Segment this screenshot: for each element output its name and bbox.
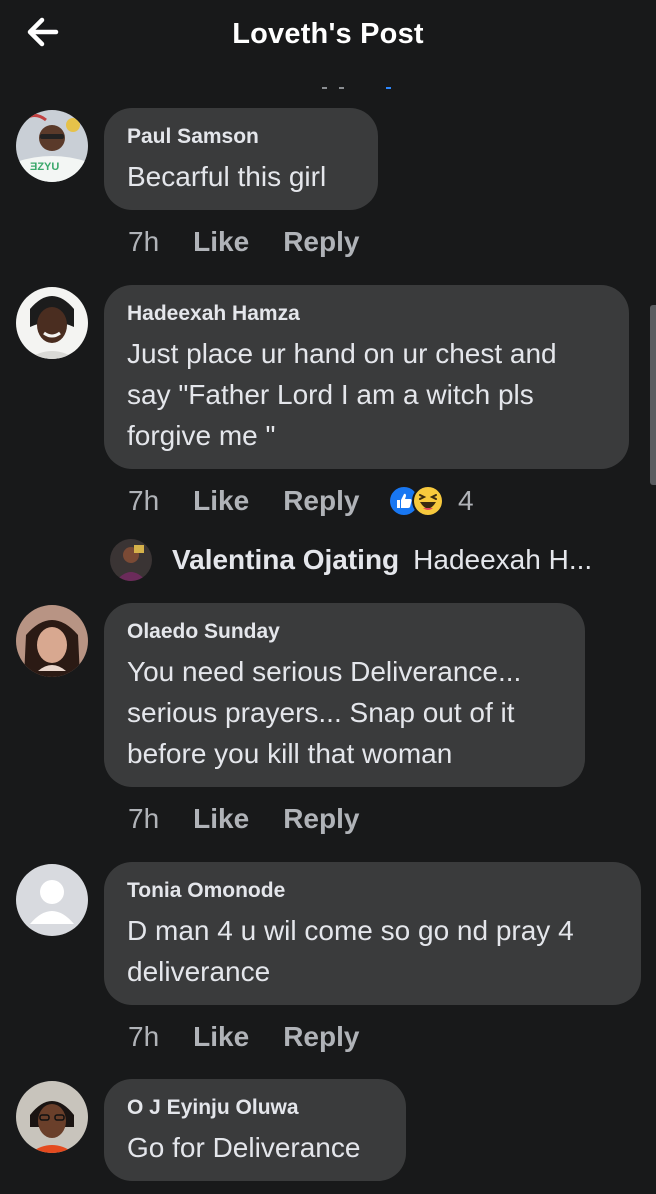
haha-reaction-icon (412, 485, 444, 517)
comment-time: 7h (128, 485, 160, 516)
comment-time: 7h (128, 803, 160, 834)
comment-text: D man 4 u wil come so go nd pray 4 deliv… (127, 915, 574, 987)
default-avatar-icon (16, 864, 88, 936)
comment-actions: 7h Like Reply (128, 801, 359, 837)
avatar[interactable]: ƎZYU (16, 110, 88, 182)
like-button[interactable]: Like (193, 1021, 249, 1052)
reaction-count: 4 (458, 485, 474, 516)
avatar[interactable] (16, 605, 88, 677)
comment-bubble[interactable]: Paul Samson Becarful this girl (104, 108, 378, 210)
comment-text: Just place ur hand on ur chest and say "… (127, 338, 557, 451)
comment-author[interactable]: Paul Samson (127, 124, 354, 150)
loading-indicator (322, 76, 403, 94)
reply-author[interactable]: Valentina Ojating (172, 544, 399, 576)
avatar[interactable] (16, 864, 88, 936)
comment-text: Becarful this girl (127, 161, 327, 192)
reply-button[interactable]: Reply (283, 485, 359, 516)
like-button[interactable]: Like (193, 226, 249, 257)
reaction-summary[interactable]: 4 (388, 483, 474, 519)
comment-actions: 7h Like Reply (128, 483, 359, 519)
top-bar: Loveth's Post (0, 0, 656, 72)
reply-button[interactable]: Reply (283, 1021, 359, 1052)
comment-actions: 7h Like Reply (128, 224, 359, 260)
comment-author[interactable]: O J Eyinju Oluwa (127, 1095, 382, 1121)
comment-author[interactable]: Hadeexah Hamza (127, 301, 605, 327)
scrollbar[interactable] (650, 305, 656, 485)
avatar[interactable] (110, 539, 152, 581)
avatar[interactable] (16, 287, 88, 359)
comment-actions: 7h Like Reply (128, 1019, 359, 1055)
comment-time: 7h (128, 226, 160, 257)
svg-text:ƎZYU: ƎZYU (30, 161, 59, 173)
like-button[interactable]: Like (193, 803, 249, 834)
comment-bubble[interactable]: Olaedo Sunday You need serious Deliveran… (104, 603, 585, 787)
page-title: Loveth's Post (232, 18, 424, 50)
comment-text: You need serious Deliverance... serious … (127, 656, 522, 769)
reply-snippet: Hadeexah H... (413, 544, 593, 575)
like-button[interactable]: Like (193, 485, 249, 516)
comment-text: Go for Deliverance (127, 1132, 361, 1163)
comment-author[interactable]: Olaedo Sunday (127, 619, 561, 645)
avatar[interactable] (16, 1081, 88, 1153)
comment-time: 7h (128, 1021, 160, 1052)
reply-button[interactable]: Reply (283, 803, 359, 834)
comment-bubble[interactable]: Tonia Omonode D man 4 u wil come so go n… (104, 862, 641, 1005)
comment-author[interactable]: Tonia Omonode (127, 878, 617, 904)
comment-bubble[interactable]: Hadeexah Hamza Just place ur hand on ur … (104, 285, 629, 469)
comment-bubble[interactable]: O J Eyinju Oluwa Go for Deliverance (104, 1079, 406, 1181)
reply-button[interactable]: Reply (283, 226, 359, 257)
reply-preview[interactable]: Valentina Ojating Hadeexah H... (110, 538, 592, 582)
